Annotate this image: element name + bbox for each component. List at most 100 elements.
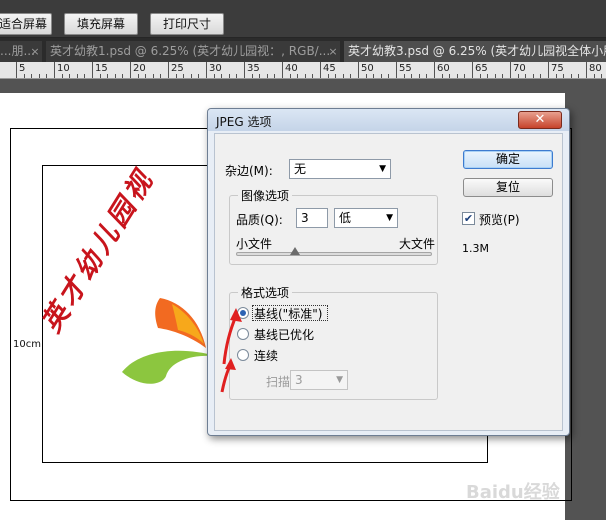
ruler-major-tick <box>396 62 397 78</box>
baidu-watermark: Baidu经验 <box>466 482 560 503</box>
ruler-minor-tick <box>221 74 223 78</box>
ruler-minor-tick <box>449 74 451 78</box>
quality-input[interactable]: 3 <box>296 208 328 228</box>
preview-checkbox[interactable]: ✔ <box>462 212 475 225</box>
small-file-label: 小文件 <box>236 237 273 251</box>
ruler-major-tick <box>434 62 435 78</box>
format-options-group: 格式选项 基线("标准") 基线已优化 连续 扫描: 3 ▼ <box>229 284 438 400</box>
arrow-2-shaft <box>220 365 232 393</box>
ruler-minor-tick <box>365 74 367 78</box>
ruler-minor-tick <box>251 74 253 78</box>
dropdown-arrow-icon: ▼ <box>379 164 386 174</box>
close-button[interactable]: ✕ <box>518 111 562 129</box>
tab-document-1[interactable]: 英才幼教1.psd @ 6.25% (英才幼儿园视：, RGB/... × <box>46 41 340 62</box>
ruler-major-tick <box>472 62 473 78</box>
ruler-label: 80 <box>589 63 602 74</box>
matte-value: 无 <box>294 162 307 176</box>
ruler-minor-tick <box>426 74 428 78</box>
baseline-optimized-label[interactable]: 基线已优化 <box>254 326 314 343</box>
ruler-minor-tick <box>380 74 382 78</box>
ruler-minor-tick <box>563 74 565 78</box>
fit-screen-button[interactable]: 适合屏幕 <box>0 13 52 35</box>
ruler-major-tick <box>168 62 169 78</box>
quality-preset-select[interactable]: 低 ▼ <box>334 208 398 228</box>
ruler-minor-tick <box>137 74 139 78</box>
progressive-label[interactable]: 连续 <box>254 347 278 364</box>
tab-document-0[interactable]: ...朋... × <box>0 41 42 62</box>
ruler-major-tick <box>586 62 587 78</box>
matte-select[interactable]: 无 ▼ <box>289 159 391 179</box>
logo-flame-yellow <box>172 304 204 344</box>
ruler-minor-tick <box>297 74 299 78</box>
ruler-major-tick <box>282 62 283 78</box>
preview-label[interactable]: 预览(P) <box>479 211 520 228</box>
close-icon[interactable]: × <box>326 41 340 62</box>
ruler-minor-tick <box>259 74 261 78</box>
dialog-title-bar[interactable]: JPEG 选项 ✕ <box>208 109 569 131</box>
quality-slider-track[interactable] <box>236 252 432 256</box>
ruler-minor-tick <box>228 74 230 78</box>
ruler-minor-tick <box>327 74 329 78</box>
scans-value: 3 <box>295 373 303 387</box>
ruler-minor-tick <box>183 74 185 78</box>
ruler-label: 65 <box>475 63 488 74</box>
reset-button[interactable]: 复位 <box>463 178 553 197</box>
checkmark-icon: ✔ <box>463 212 474 225</box>
close-icon[interactable]: × <box>28 41 42 62</box>
ruler-minor-tick <box>198 74 200 78</box>
ruler-label: 35 <box>247 63 260 74</box>
ruler-label: 20 <box>133 63 146 74</box>
ok-button[interactable]: 确定 <box>463 150 553 169</box>
fill-screen-button[interactable]: 填充屏幕 <box>64 13 138 35</box>
ruler-label: 45 <box>323 63 336 74</box>
print-size-button[interactable]: 打印尺寸 <box>150 13 224 35</box>
ruler-minor-tick <box>350 74 352 78</box>
ruler-minor-tick <box>107 74 109 78</box>
ruler-major-tick <box>16 62 17 78</box>
horizontal-ruler[interactable]: 5 10 15 20 25 30 35 40 45 50 55 60 65 70 75 80 <box>0 62 606 79</box>
ruler-minor-tick <box>373 74 375 78</box>
ruler-label: 70 <box>513 63 526 74</box>
ruler-minor-tick <box>213 74 215 78</box>
ruler-minor-tick <box>38 74 40 78</box>
ruler-label: 75 <box>551 63 564 74</box>
baseline-standard-label[interactable]: 基线("标准") <box>254 305 322 322</box>
ruler-major-tick <box>320 62 321 78</box>
tab-label: 英才幼教3.psd @ 6.25% (英才幼儿园视全体小朋 <box>348 44 606 58</box>
dropdown-arrow-icon: ▼ <box>386 213 393 223</box>
ruler-minor-tick <box>145 74 147 78</box>
ruler-label: 30 <box>209 63 222 74</box>
ruler-label: 50 <box>361 63 374 74</box>
ruler-minor-tick <box>578 74 580 78</box>
ruler-major-tick <box>358 62 359 78</box>
ruler-minor-tick <box>403 74 405 78</box>
ruler-label: 25 <box>171 63 184 74</box>
image-options-title: 图像选项 <box>238 187 293 204</box>
quality-preset-value: 低 <box>339 211 352 225</box>
quality-slider-thumb[interactable] <box>289 247 300 255</box>
logo-leaf-green <box>122 350 216 384</box>
ruler-minor-tick <box>190 74 192 78</box>
document-tab-bar: ...朋... × 英才幼教1.psd @ 6.25% (英才幼儿园视：, RG… <box>0 38 606 62</box>
dimension-label: 10cm <box>13 339 41 350</box>
ruler-minor-tick <box>479 74 481 78</box>
tab-document-2[interactable]: 英才幼教3.psd @ 6.25% (英才幼儿园视全体小朋 <box>344 41 606 62</box>
logo-graphic <box>122 298 216 384</box>
dialog-title: JPEG 选项 <box>216 115 272 129</box>
ruler-minor-tick <box>61 74 63 78</box>
dropdown-arrow-icon: ▼ <box>336 375 343 385</box>
arrow-1-shaft <box>222 315 238 365</box>
ruler-minor-tick <box>540 74 542 78</box>
arrow-2-head <box>225 358 236 370</box>
ruler-major-tick <box>510 62 511 78</box>
ruler-minor-tick <box>532 74 534 78</box>
ruler-minor-tick <box>304 74 306 78</box>
ruler-minor-tick <box>23 74 25 78</box>
ruler-label: 40 <box>285 63 298 74</box>
dialog-body: 杂边(M): 无 ▼ 图像选项 品质(Q): 3 低 ▼ 小文件 大文件 格式选… <box>214 133 563 431</box>
image-options-group: 图像选项 品质(Q): 3 低 ▼ 小文件 大文件 <box>229 187 438 265</box>
ruler-minor-tick <box>555 74 557 78</box>
ruler-minor-tick <box>289 74 291 78</box>
ruler-label: 15 <box>95 63 108 74</box>
ruler-major-tick <box>206 62 207 78</box>
